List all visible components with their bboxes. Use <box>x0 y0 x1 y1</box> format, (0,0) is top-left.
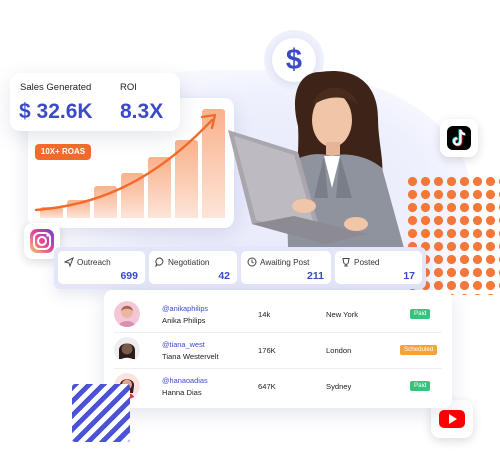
trophy-icon <box>342 258 350 267</box>
table-row[interactable]: @tiana_west Tiana Westervelt 176K London… <box>104 334 452 368</box>
decorative-stripes <box>72 384 130 442</box>
stage-label: Awaiting Post <box>260 257 310 267</box>
influencer-name: Tiana Westervelt <box>162 352 219 361</box>
roi-value: 8.3X <box>120 100 164 123</box>
row-divider <box>114 332 442 333</box>
stage-posted[interactable]: Posted 17 <box>335 251 422 284</box>
tiktok-icon <box>447 126 471 150</box>
stage-count: 42 <box>218 270 230 282</box>
stage-negotiation[interactable]: Negotiation 42 <box>149 251 237 284</box>
follower-count: 176K <box>258 346 276 355</box>
stage-outreach[interactable]: Outreach 699 <box>58 251 145 284</box>
influencer-name: Hanna Dias <box>162 388 202 397</box>
stage-posted-label-wrap: Posted <box>341 257 380 267</box>
status-badge: Paid <box>410 381 431 391</box>
sales-roi-card: Sales Generated $ 32.6K ROI 8.3X <box>10 73 180 131</box>
stage-count: 17 <box>403 270 415 282</box>
pipeline-bar: Outreach 699 Negotiation 42 Awaiting Pos… <box>54 247 426 289</box>
stage-negotiation-label-wrap: Negotiation <box>155 257 209 267</box>
send-icon <box>64 257 74 267</box>
stage-count: 699 <box>120 270 138 282</box>
chat-bubble-icon <box>155 257 164 267</box>
stage-count: 211 <box>307 270 324 282</box>
stage-awaiting-post[interactable]: Awaiting Post 211 <box>241 251 331 284</box>
stage-label: Posted <box>354 257 380 267</box>
row-divider <box>114 368 442 369</box>
status-badge: Scheduled <box>400 345 438 355</box>
table-row[interactable]: @anikaphilips Anika Philips 14k New York… <box>104 298 452 332</box>
stage-outreach-label-wrap: Outreach <box>64 257 111 267</box>
influencer-city: New York <box>326 310 359 319</box>
stage-label: Outreach <box>77 257 111 267</box>
influencer-city: London <box>326 346 352 355</box>
influencer-name: Anika Philips <box>162 316 206 325</box>
stage-label: Negotiation <box>168 257 210 267</box>
status-badge: Paid <box>410 309 431 319</box>
tiktok-badge[interactable] <box>440 119 478 157</box>
follower-count: 14k <box>258 310 271 319</box>
influencer-table: @anikaphilips Anika Philips 14k New York… <box>104 290 452 408</box>
clock-icon <box>247 257 257 267</box>
sales-generated-value: $ 32.6K <box>19 100 93 123</box>
influencer-handle[interactable]: @tiana_west <box>162 340 205 349</box>
influencer-handle[interactable]: @anikaphilips <box>162 304 208 313</box>
roas-badge: 10X+ ROAS <box>35 144 91 160</box>
avatar <box>114 301 140 327</box>
influencer-city: Sydney <box>326 382 352 391</box>
roi-label: ROI <box>120 82 137 93</box>
avatar <box>114 337 140 363</box>
follower-count: 647K <box>258 382 276 391</box>
table-row[interactable]: @hanaoadias Hanna Dias 647K Sydney Paid <box>104 370 452 404</box>
sales-generated-label: Sales Generated <box>20 82 92 93</box>
stage-awaiting-label-wrap: Awaiting Post <box>247 257 309 267</box>
influencer-handle[interactable]: @hanaoadias <box>162 376 208 385</box>
